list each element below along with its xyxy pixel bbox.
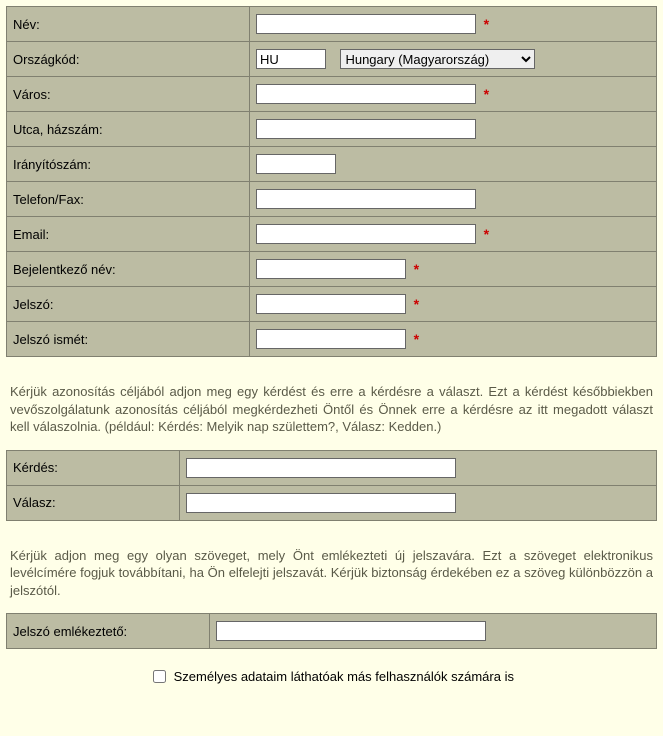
password-reminder-table: Jelszó emlékeztető: — [6, 613, 657, 649]
city-label: Város: — [7, 77, 250, 112]
countrycode-label: Országkód: — [7, 42, 250, 77]
email-input[interactable] — [256, 224, 476, 244]
security-question-table: Kérdés: Válasz: — [6, 450, 657, 521]
question-label: Kérdés: — [7, 450, 180, 485]
login-input[interactable] — [256, 259, 406, 279]
required-star: * — [484, 16, 489, 32]
password-input[interactable] — [256, 294, 406, 314]
login-label: Bejelentkező név: — [7, 252, 250, 287]
answer-input[interactable] — [186, 493, 456, 513]
country-select[interactable]: Hungary (Magyarország) — [340, 49, 535, 69]
question-input[interactable] — [186, 458, 456, 478]
reminder-input[interactable] — [216, 621, 486, 641]
password-reminder-info: Kérjük adjon meg egy olyan szöveget, mel… — [6, 521, 657, 614]
address-label: Utca, házszám: — [7, 112, 250, 147]
city-input[interactable] — [256, 84, 476, 104]
name-label: Név: — [7, 7, 250, 42]
email-label: Email: — [7, 217, 250, 252]
password2-label: Jelszó ismét: — [7, 322, 250, 357]
password-label: Jelszó: — [7, 287, 250, 322]
answer-label: Válasz: — [7, 485, 180, 520]
registration-form-table: Név: * Országkód: Hungary (Magyarország)… — [6, 6, 657, 357]
password2-input[interactable] — [256, 329, 406, 349]
required-star: * — [484, 86, 489, 102]
required-star: * — [414, 296, 419, 312]
visibility-checkbox-label: Személyes adataim láthatóak más felhaszn… — [174, 669, 514, 684]
name-input[interactable] — [256, 14, 476, 34]
security-question-info: Kérjük azonosítás céljából adjon meg egy… — [6, 357, 657, 450]
phone-input[interactable] — [256, 189, 476, 209]
reminder-label: Jelszó emlékeztető: — [7, 614, 210, 649]
zip-label: Irányítószám: — [7, 147, 250, 182]
countrycode-input[interactable] — [256, 49, 326, 69]
visibility-checkbox[interactable] — [153, 670, 166, 683]
required-star: * — [414, 261, 419, 277]
phone-label: Telefon/Fax: — [7, 182, 250, 217]
required-star: * — [414, 331, 419, 347]
zip-input[interactable] — [256, 154, 336, 174]
required-star: * — [484, 226, 489, 242]
address-input[interactable] — [256, 119, 476, 139]
